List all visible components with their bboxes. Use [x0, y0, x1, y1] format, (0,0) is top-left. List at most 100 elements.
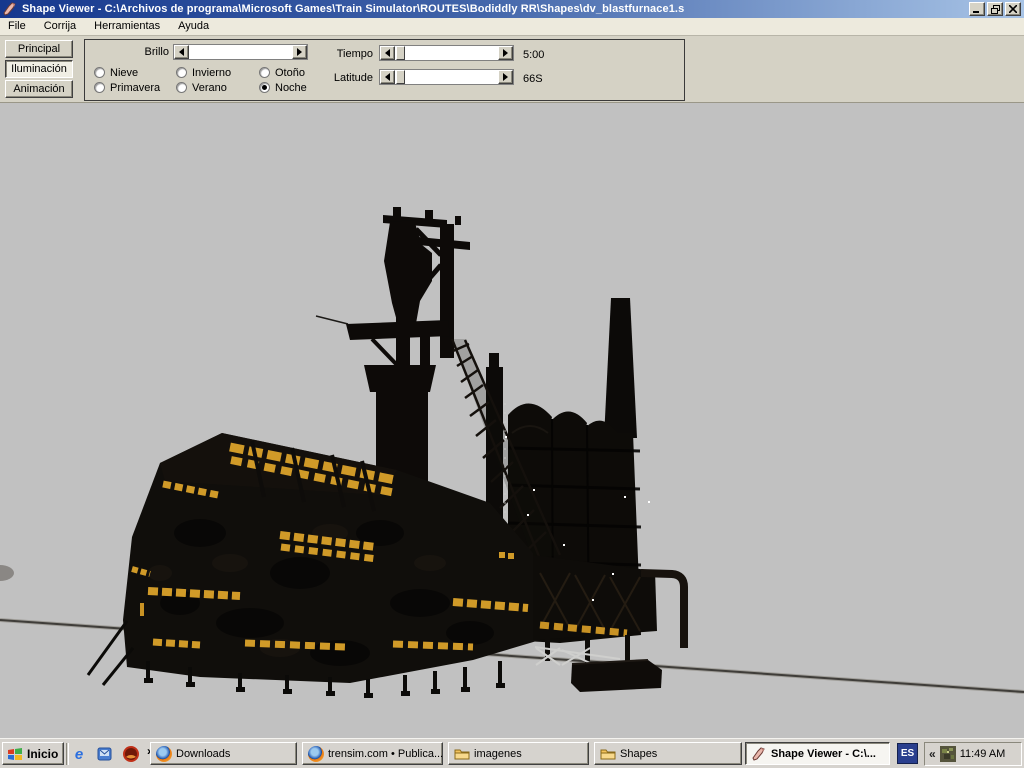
menu-corrija[interactable]: Corrija	[35, 18, 85, 35]
start-button[interactable]: Inicio	[2, 742, 64, 765]
task-label: trensim.com • Publica...	[328, 748, 443, 760]
tab-principal[interactable]: Principal	[5, 40, 73, 58]
tray-chevron[interactable]: «	[929, 747, 936, 761]
restore-icon	[991, 5, 1000, 14]
right-arrow-icon	[503, 49, 512, 57]
latitude-scroll-track[interactable]	[395, 70, 498, 84]
3d-viewport[interactable]	[0, 103, 1024, 738]
radio-invierno[interactable]: Invierno	[176, 66, 231, 79]
task-shape-viewer[interactable]: Shape Viewer - C:\...	[745, 742, 890, 765]
furnace-tower	[316, 207, 470, 483]
close-button[interactable]	[1005, 2, 1021, 16]
tiempo-scroll-left-button[interactable]	[380, 46, 395, 60]
task-label: Downloads	[176, 748, 230, 760]
rail-car	[571, 660, 662, 692]
tiempo-scroll-thumb[interactable]	[396, 46, 405, 60]
tray-app-icon[interactable]	[940, 746, 956, 762]
shape-viewer-app-icon	[3, 2, 18, 16]
right-arrow-icon	[297, 48, 306, 56]
latitude-scroll-left-button[interactable]	[380, 70, 395, 84]
left-arrow-icon	[381, 73, 390, 81]
radio-label: Invierno	[192, 67, 231, 79]
tiempo-value: 5:00	[523, 49, 544, 61]
tiempo-label: Tiempo	[325, 48, 373, 60]
taskbar: Inicio e » Downloads trensim.com	[0, 738, 1024, 768]
quicklaunch-red-app-icon[interactable]	[122, 745, 140, 763]
brillo-scroll-right-button[interactable]	[292, 45, 307, 59]
brillo-scrollbar[interactable]	[173, 44, 308, 60]
brillo-label: Brillo	[95, 46, 169, 58]
latitude-value: 66S	[523, 73, 543, 85]
radio-primavera[interactable]: Primavera	[94, 81, 160, 94]
latitude-label: Latitude	[325, 72, 373, 84]
task-trensim[interactable]: trensim.com • Publica...	[302, 742, 443, 765]
task-downloads[interactable]: Downloads	[150, 742, 297, 765]
radio-label: Otoño	[275, 67, 305, 79]
radio-circle-icon	[94, 67, 105, 78]
restore-button[interactable]	[987, 2, 1003, 16]
system-tray: « 11:49 AM	[924, 742, 1022, 766]
tiempo-scrollbar[interactable]	[379, 45, 514, 61]
task-shapes[interactable]: Shapes	[594, 742, 742, 765]
start-label: Inicio	[27, 747, 58, 761]
trestle-platform	[533, 555, 657, 665]
taskbar-divider	[66, 743, 69, 765]
firefox-icon	[308, 746, 324, 762]
task-imagenes[interactable]: imagenes	[448, 742, 589, 765]
ie-e-glyph: e	[75, 746, 83, 763]
windows-logo-icon	[7, 747, 23, 761]
radio-label: Noche	[275, 82, 307, 94]
radio-otono[interactable]: Otoño	[259, 66, 305, 79]
latitude-scroll-right-button[interactable]	[498, 70, 513, 84]
radio-circle-icon	[259, 82, 270, 93]
left-arrow-icon	[175, 48, 184, 56]
blast-furnace-model-render	[0, 103, 1024, 738]
radio-label: Nieve	[110, 67, 138, 79]
tiempo-scroll-right-button[interactable]	[498, 46, 513, 60]
shape-viewer-icon	[751, 746, 767, 762]
menu-bar: File Corrija Herramientas Ayuda	[0, 18, 1024, 36]
task-label: Shape Viewer - C:\...	[771, 748, 876, 760]
folder-icon	[600, 746, 616, 762]
firefox-icon	[156, 746, 172, 762]
right-arrow-icon	[503, 73, 512, 81]
radio-verano[interactable]: Verano	[176, 81, 227, 94]
radio-noche[interactable]: Noche	[259, 81, 307, 94]
cast-house-building	[0, 433, 540, 698]
mail-app-glyph	[97, 746, 113, 762]
task-label: imagenes	[474, 748, 522, 760]
radio-label: Primavera	[110, 82, 160, 94]
lighting-toolbar: Principal Iluminación Animación Brillo N…	[0, 36, 1024, 103]
minimize-icon	[973, 5, 981, 13]
minimize-button[interactable]	[969, 2, 985, 16]
tiempo-scroll-track[interactable]	[395, 46, 498, 60]
window-title: Shape Viewer - C:\Archivos de programa\M…	[22, 3, 965, 15]
title-bar: Shape Viewer - C:\Archivos de programa\M…	[0, 0, 1024, 18]
menu-file[interactable]: File	[0, 18, 35, 35]
latitude-scrollbar[interactable]	[379, 69, 514, 85]
taskbar-clock[interactable]: 11:49 AM	[960, 748, 1006, 760]
menu-ayuda[interactable]: Ayuda	[169, 18, 218, 35]
tall-chimney	[604, 298, 637, 438]
folder-icon	[454, 746, 470, 762]
close-icon	[1009, 5, 1017, 13]
latitude-scroll-thumb[interactable]	[396, 70, 405, 84]
red-circle-glyph	[123, 746, 139, 762]
language-indicator[interactable]: ES	[897, 743, 918, 764]
menu-herramientas[interactable]: Herramientas	[85, 18, 169, 35]
tab-animacion[interactable]: Animación	[5, 80, 73, 98]
radio-circle-icon	[94, 82, 105, 93]
radio-circle-icon	[176, 67, 187, 78]
left-arrow-icon	[381, 49, 390, 57]
radio-circle-icon	[259, 67, 270, 78]
radio-circle-icon	[176, 82, 187, 93]
tab-iluminacion[interactable]: Iluminación	[5, 60, 73, 78]
brillo-scroll-left-button[interactable]	[174, 45, 189, 59]
radio-label: Verano	[192, 82, 227, 94]
lighting-groupbox: Brillo Nieve Invierno Otoño Primav	[84, 39, 685, 101]
shape-viewer-window: Shape Viewer - C:\Archivos de programa\M…	[0, 0, 1024, 768]
brillo-scroll-track[interactable]	[189, 45, 292, 59]
quicklaunch-ie-icon[interactable]: e	[70, 745, 88, 763]
radio-nieve[interactable]: Nieve	[94, 66, 138, 79]
quicklaunch-mail-icon[interactable]	[96, 745, 114, 763]
